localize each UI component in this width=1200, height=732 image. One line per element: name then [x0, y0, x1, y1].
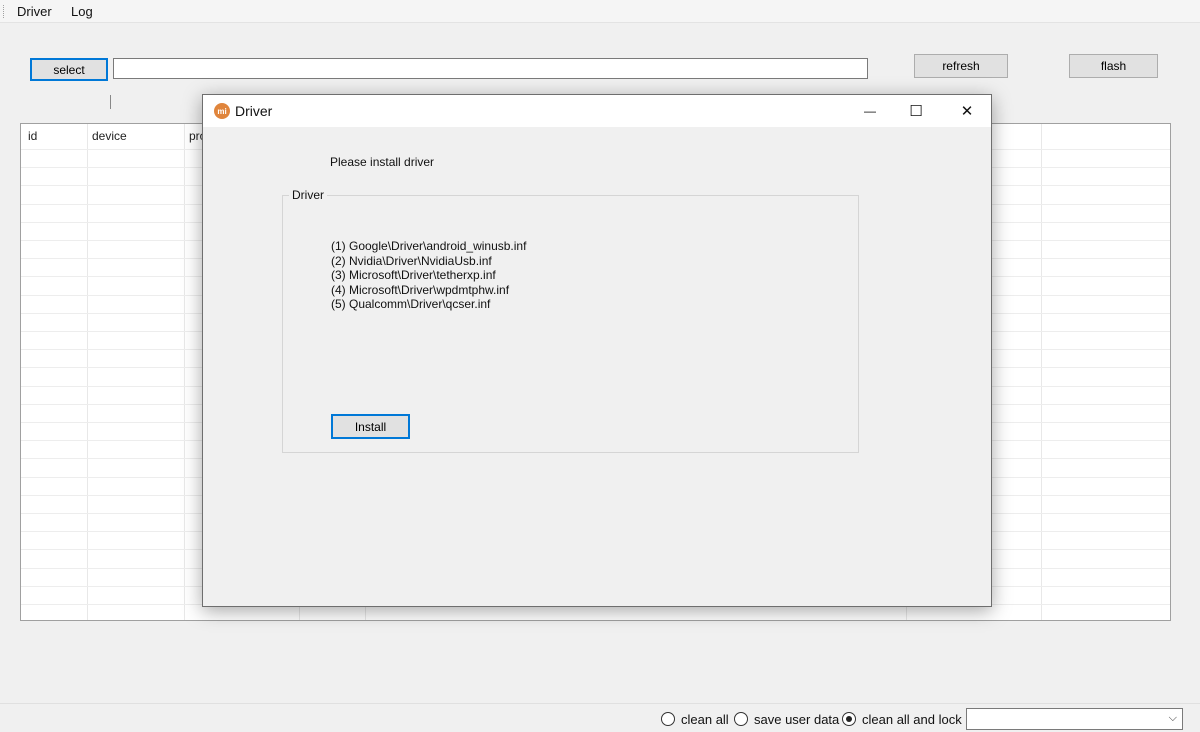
refresh-button[interactable]: refresh	[914, 54, 1008, 78]
minimize-icon: —	[864, 104, 876, 118]
driver-dialog: mi Driver — ☐ ✕ Please install driver Dr…	[202, 94, 992, 607]
chevron-down-icon: ⌵	[1168, 712, 1177, 724]
driver-item: (3) Microsoft\Driver\tetherxp.inf	[331, 268, 496, 282]
menu-grip	[3, 5, 5, 18]
close-button[interactable]: ✕	[944, 95, 990, 127]
install-button[interactable]: Install	[331, 414, 410, 439]
select-button[interactable]: select	[30, 58, 108, 81]
driver-item: (1) Google\Driver\android_winusb.inf	[331, 239, 527, 253]
driver-item: (5) Qualcomm\Driver\qcser.inf	[331, 297, 491, 311]
mi-logo-icon: mi	[214, 103, 230, 119]
maximize-button[interactable]: ☐	[893, 95, 939, 127]
table-column-divider	[184, 124, 185, 620]
radio-label-clean-all-and-lock[interactable]: clean all and lock	[862, 712, 962, 727]
flash-button[interactable]: flash	[1069, 54, 1158, 78]
driver-list: (1) Google\Driver\android_winusb.inf (2)…	[331, 239, 526, 312]
minimize-button[interactable]: —	[847, 95, 893, 127]
radio-save-user-data[interactable]	[734, 712, 748, 726]
radio-label-save-user-data[interactable]: save user data	[754, 712, 839, 727]
install-message: Please install driver	[330, 155, 435, 169]
driver-item: (4) Microsoft\Driver\wpdmtphw.inf	[331, 282, 510, 297]
driver-item: (2) Nvidia\Driver\NvidiaUsb.inf	[331, 253, 492, 268]
radio-clean-all-and-lock[interactable]	[842, 712, 856, 726]
table-column-divider	[1041, 124, 1042, 620]
text-caret	[110, 95, 111, 109]
firmware-path-input[interactable]	[113, 58, 868, 79]
dialog-title-bar[interactable]: mi Driver — ☐ ✕	[203, 95, 991, 127]
close-icon: ✕	[960, 103, 974, 120]
radio-label-clean-all[interactable]: clean all	[681, 712, 729, 727]
driver-group-title: Driver	[289, 188, 327, 202]
maximize-icon: ☐	[909, 103, 923, 120]
radio-clean-all[interactable]	[661, 712, 675, 726]
driver-groupbox: Driver (1) Google\Driver\android_winusb.…	[282, 188, 859, 453]
menu-bar: Driver Log	[0, 0, 1200, 23]
table-column-divider	[87, 124, 88, 620]
menu-log[interactable]: Log	[71, 4, 93, 19]
mode-dropdown[interactable]: ⌵	[966, 708, 1183, 730]
column-header-device[interactable]: device	[92, 129, 127, 143]
column-header-id[interactable]: id	[28, 129, 37, 143]
menu-driver[interactable]: Driver	[17, 4, 52, 19]
dialog-title: Driver	[235, 103, 273, 119]
